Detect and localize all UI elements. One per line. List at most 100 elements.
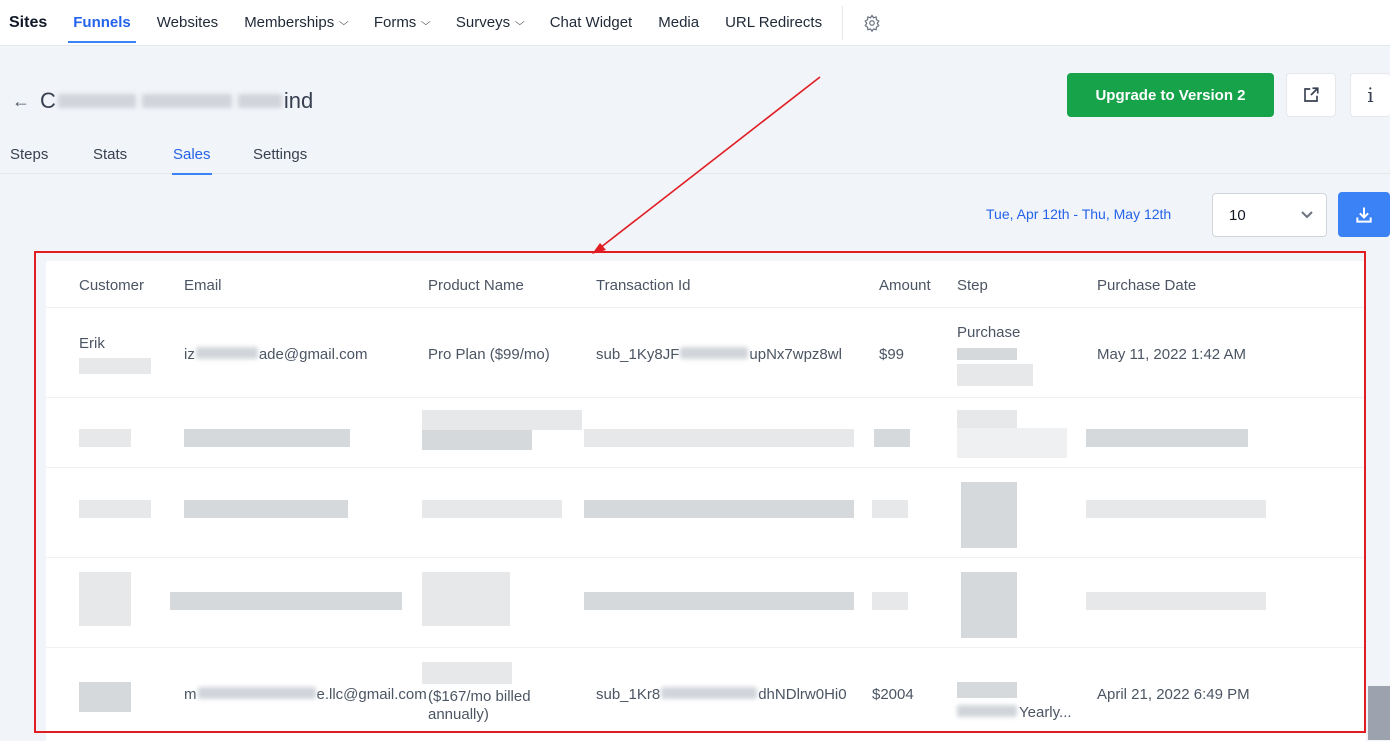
column-header-amount[interactable]: Amount <box>879 277 931 294</box>
info-button[interactable]: i <box>1350 73 1390 117</box>
brand-title: Sites <box>9 13 48 31</box>
redacted-block <box>422 572 510 626</box>
product-name-line2: annually) <box>428 706 489 723</box>
chevron-down-icon: ⌵ <box>421 17 432 28</box>
redacted-block <box>1086 500 1266 518</box>
tab-sales[interactable]: Sales <box>172 146 212 175</box>
txn-start: sub_1Kr8 <box>596 686 661 703</box>
nav-surveys-label: Surveys <box>455 14 511 31</box>
redacted-block <box>79 429 131 447</box>
redacted-block <box>79 572 131 626</box>
redacted-title-part <box>57 94 136 108</box>
redacted-block <box>872 592 908 610</box>
redacted-title-part <box>237 94 282 108</box>
column-header-product-name[interactable]: Product Name <box>428 277 524 294</box>
txn-start: sub_1Ky8JF <box>596 346 680 363</box>
page-size-value: 10 <box>1229 206 1246 224</box>
nav-chat-widget[interactable]: Chat Widget <box>550 0 633 46</box>
product-name-line1: ($167/mo billed <box>428 688 531 705</box>
nav-forms[interactable]: Forms ⌵ <box>373 0 432 46</box>
back-link[interactable]: ← C ind <box>12 88 313 114</box>
redacted-block <box>872 500 908 518</box>
chevron-down-icon: ⌵ <box>339 17 349 28</box>
redacted-block <box>1086 429 1248 447</box>
purchase-date: April 21, 2022 6:49 PM <box>1097 686 1250 703</box>
redacted-email-part <box>197 687 316 699</box>
table-row[interactable] <box>46 468 1366 558</box>
funnel-title-end: ind <box>283 88 314 113</box>
arrow-left-icon: ← <box>12 90 30 111</box>
download-icon <box>1356 207 1372 223</box>
chevron-down-icon: ⌵ <box>514 17 525 28</box>
nav-funnels-label: Funnels <box>73 14 131 31</box>
nav-forms-label: Forms <box>373 14 417 31</box>
table-row[interactable] <box>46 558 1366 648</box>
table-row[interactable]: Erik iz ade@gmail.com Pro Plan ($99/mo) s… <box>46 308 1366 398</box>
nav-funnels[interactable]: Funnels <box>68 0 136 46</box>
redacted-step-part <box>957 705 1017 717</box>
date-range-picker[interactable]: Tue, Apr 12th - Thu, May 12th <box>986 206 1171 222</box>
nav-memberships[interactable]: Memberships ⌵ <box>244 0 349 46</box>
redacted-email-part <box>195 347 258 359</box>
funnel-title-start: C <box>40 88 56 113</box>
step-end: Yearly... <box>1019 704 1072 721</box>
txn-end: dhNDlrw0Hi0 <box>758 686 847 703</box>
column-header-email[interactable]: Email <box>184 277 222 294</box>
table-header: Customer Email Product Name Transaction … <box>46 261 1366 308</box>
redacted-block <box>874 429 910 447</box>
tab-stats[interactable]: Stats <box>93 146 127 174</box>
redacted-block <box>957 410 1017 428</box>
nav-chat-widget-label: Chat Widget <box>549 14 633 31</box>
customer-email: iz ade@gmail.com <box>184 346 367 363</box>
upgrade-button[interactable]: Upgrade to Version 2 <box>1067 73 1274 117</box>
transaction-id: sub_1Kr8 dhNDlrw0Hi0 <box>596 686 847 703</box>
external-link-icon[interactable] <box>1286 73 1336 117</box>
nav-media[interactable]: Media <box>658 0 699 46</box>
sales-table: Customer Email Product Name Transaction … <box>46 261 1366 741</box>
download-button[interactable] <box>1338 192 1390 237</box>
info-icon: i <box>1367 83 1374 107</box>
email-start: m <box>184 686 197 703</box>
nav-url-redirects[interactable]: URL Redirects <box>725 0 822 46</box>
transaction-id: sub_1Ky8JF upNx7wpz8wl <box>596 346 842 363</box>
redacted-block <box>1086 592 1266 610</box>
nav-websites-label: Websites <box>156 14 219 31</box>
nav-websites[interactable]: Websites <box>157 0 218 46</box>
customer-name: Erik <box>79 335 105 352</box>
funnel-header: ← C ind Upgrade to Version 2 i Steps Sta… <box>0 46 1390 175</box>
redacted-block <box>184 429 350 447</box>
redacted-block <box>422 430 532 450</box>
column-header-step[interactable]: Step <box>957 277 988 294</box>
amount: $2004 <box>872 686 914 703</box>
redacted-block <box>184 500 348 518</box>
nav-media-label: Media <box>658 14 700 31</box>
redacted-title-part <box>141 94 232 108</box>
customer-email: m e.llc@gmail.com <box>184 686 427 703</box>
table-row[interactable] <box>46 398 1366 468</box>
redacted-block <box>961 482 1017 548</box>
redacted-block <box>584 429 854 447</box>
funnel-title: C ind <box>40 88 313 114</box>
redacted-block <box>170 592 402 610</box>
product-name: Pro Plan ($99/mo) <box>428 346 550 363</box>
table-row[interactable]: m e.llc@gmail.com ($167/mo billed annuall… <box>46 648 1366 741</box>
redacted-block <box>422 662 512 684</box>
redacted-block <box>79 500 151 518</box>
column-header-customer[interactable]: Customer <box>79 277 144 294</box>
redacted-block <box>957 428 1067 458</box>
tab-steps[interactable]: Steps <box>10 146 48 174</box>
email-start: iz <box>184 346 195 363</box>
purchase-date: May 11, 2022 1:42 AM <box>1097 346 1246 363</box>
top-nav: Sites Funnels Websites Memberships ⌵ Form… <box>0 0 1390 46</box>
column-header-purchase-date[interactable]: Purchase Date <box>1097 277 1196 294</box>
nav-surveys[interactable]: Surveys ⌵ <box>455 0 525 46</box>
scrollbar-edge <box>1368 686 1390 740</box>
redacted-block <box>79 358 151 374</box>
column-header-transaction-id[interactable]: Transaction Id <box>596 277 691 294</box>
page-size-select[interactable]: 10 <box>1212 193 1327 237</box>
tab-settings[interactable]: Settings <box>253 146 307 174</box>
gear-icon[interactable] <box>861 12 883 34</box>
redacted-block <box>957 348 1017 360</box>
redacted-block <box>957 364 1033 386</box>
redacted-block <box>584 592 854 610</box>
